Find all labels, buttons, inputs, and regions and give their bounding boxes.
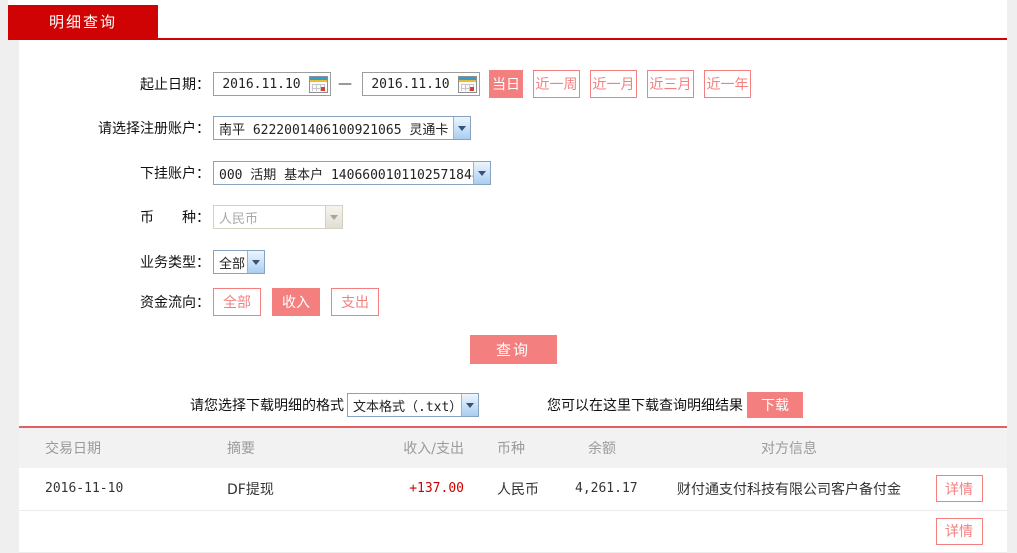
date-range-label: 起止日期：: [19, 74, 210, 94]
sub-account-value: 000 活期 基本户 1406600101102571848: [219, 164, 473, 183]
quick-range-today-button[interactable]: 当日: [489, 70, 523, 98]
register-account-label: 请选择注册账户：: [19, 118, 210, 138]
cell-trade-date: 2016-11-10: [19, 468, 227, 510]
sub-account-select[interactable]: 000 活期 基本户 1406600101102571848: [213, 161, 491, 185]
query-row: 查询: [19, 335, 1007, 364]
sub-account-label: 下挂账户：: [19, 163, 210, 183]
fund-flow-label: 资金流向：: [19, 292, 210, 312]
business-type-label: 业务类型：: [19, 252, 210, 272]
quick-range-year-button[interactable]: 近一年: [704, 70, 751, 98]
quick-range-week-button[interactable]: 近一周: [533, 70, 580, 98]
download-format-select[interactable]: 文本格式（.txt）: [347, 393, 479, 417]
download-button[interactable]: 下载: [747, 392, 803, 418]
cell-currency: 人民币: [472, 468, 557, 510]
chevron-down-icon: [461, 394, 478, 416]
header-counterparty: 对方信息: [667, 428, 911, 468]
quick-range-quarter-button[interactable]: 近三月: [647, 70, 694, 98]
table-row: 详情: [19, 510, 1007, 552]
download-row: 请您选择下载明细的格式 文本格式（.txt） 您可以在这里下载查询明细结果 下载: [19, 392, 1007, 418]
start-date-input[interactable]: 2016.11.10: [213, 72, 331, 96]
currency-value: 人民币: [219, 208, 258, 227]
detail-button[interactable]: 详情: [936, 518, 983, 545]
register-account-select[interactable]: 南平 6222001406100921065 灵通卡: [213, 116, 471, 140]
download-format-label: 请您选择下载明细的格式: [190, 395, 344, 415]
fund-flow-expense-button[interactable]: 支出: [331, 288, 379, 316]
cell-balance: 4,261.17: [557, 468, 667, 510]
register-account-value: 南平 6222001406100921065 灵通卡: [219, 119, 448, 138]
end-date-value: 2016.11.10: [363, 77, 458, 92]
date-range-row: 起止日期： 2016.11.10 — 2016.11.10 当日 近一周 近一月…: [19, 70, 1007, 98]
header-detail-spacer: [911, 428, 1007, 468]
business-type-select[interactable]: 全部: [213, 250, 265, 274]
fund-flow-all-button[interactable]: 全部: [213, 288, 261, 316]
page-panel: 明细查询 起止日期： 2016.11.10 — 2016.11.10 当日 近一…: [8, 0, 1007, 521]
fund-flow-row: 资金流向： 全部 收入 支出: [19, 288, 1007, 316]
business-type-value: 全部: [219, 253, 245, 272]
register-account-row: 请选择注册账户： 南平 6222001406100921065 灵通卡: [19, 116, 1007, 140]
tab-bar: 明细查询: [8, 0, 1007, 40]
tab-detail-query[interactable]: 明细查询: [8, 5, 158, 38]
detail-button[interactable]: 详情: [936, 475, 983, 502]
end-date-input[interactable]: 2016.11.10: [362, 72, 480, 96]
cell-detail: 详情: [911, 510, 1007, 552]
sub-account-row: 下挂账户： 000 活期 基本户 1406600101102571848: [19, 161, 1007, 185]
calendar-icon[interactable]: [458, 76, 477, 93]
cell-summary: DF提现: [227, 468, 377, 510]
header-currency: 币种: [472, 428, 557, 468]
currency-select: 人民币: [213, 205, 343, 229]
header-summary: 摘要: [227, 428, 377, 468]
chevron-down-icon: [453, 117, 470, 139]
table-row: 2016-11-10 DF提现 +137.00 人民币 4,261.17 财付通…: [19, 468, 1007, 510]
currency-label: 币 种：: [19, 207, 210, 227]
tab-detail-query-label: 明细查询: [49, 11, 117, 32]
calendar-icon[interactable]: [309, 76, 328, 93]
query-button[interactable]: 查询: [470, 335, 557, 364]
cell-counterparty: 财付通支付科技有限公司客户备付金: [667, 468, 911, 510]
fund-flow-income-button[interactable]: 收入: [272, 288, 320, 316]
cell-amount: +137.00: [377, 468, 472, 510]
header-trade-date: 交易日期: [19, 428, 227, 468]
chevron-down-icon: [473, 162, 490, 184]
chevron-down-icon: [325, 206, 342, 228]
header-income-expense: 收入/支出: [377, 428, 472, 468]
chevron-down-icon: [247, 251, 264, 273]
date-separator: —: [338, 76, 352, 92]
cell-detail: 详情: [911, 468, 1007, 510]
main-panel: 起止日期： 2016.11.10 — 2016.11.10 当日 近一周 近一月…: [19, 40, 1007, 519]
start-date-value: 2016.11.10: [214, 77, 309, 92]
quick-range-month-button[interactable]: 近一月: [590, 70, 637, 98]
header-balance: 余额: [557, 428, 667, 468]
business-type-row: 业务类型： 全部: [19, 250, 1007, 274]
download-format-value: 文本格式（.txt）: [353, 396, 461, 415]
currency-row: 币 种： 人民币: [19, 205, 1007, 229]
results-table: 交易日期 摘要 收入/支出 币种 余额 对方信息 2016-11-10 DF提现…: [19, 426, 1007, 553]
table-header-row: 交易日期 摘要 收入/支出 币种 余额 对方信息: [19, 428, 1007, 468]
download-hint: 您可以在这里下载查询明细结果: [547, 395, 743, 415]
